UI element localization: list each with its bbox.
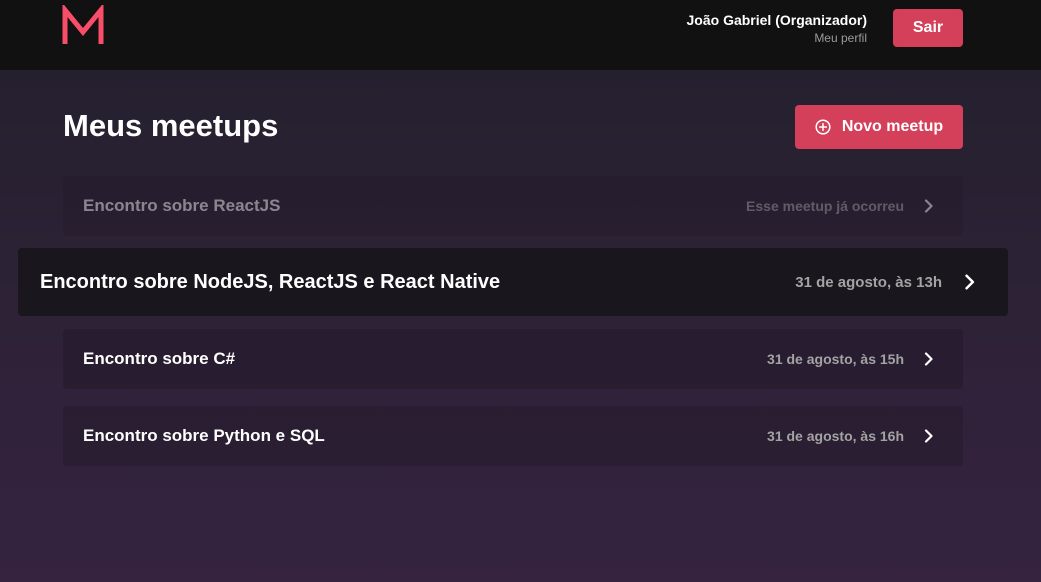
- user-name: João Gabriel (Organizador): [686, 12, 867, 28]
- meetup-row[interactable]: Encontro sobre ReactJS Esse meetup já oc…: [63, 176, 963, 236]
- meetup-date: 31 de agosto, às 13h: [795, 273, 942, 291]
- page-title: Meus meetups: [63, 108, 279, 143]
- meetup-date: 31 de agosto, às 15h: [767, 351, 904, 367]
- meetup-title: Encontro sobre NodeJS, ReactJS e React N…: [40, 270, 501, 293]
- meetup-title: Encontro sobre C#: [83, 349, 236, 368]
- meetup-date: 31 de agosto, às 16h: [767, 428, 904, 444]
- new-meetup-button[interactable]: Novo meetup: [795, 105, 963, 149]
- chevron-right-icon: [922, 429, 936, 443]
- new-meetup-label: Novo meetup: [841, 118, 944, 135]
- logout-button[interactable]: Sair: [893, 9, 963, 47]
- meetup-title: Encontro sobre ReactJS: [83, 196, 281, 215]
- meetup-row[interactable]: Encontro sobre NodeJS, ReactJS e React N…: [18, 248, 1008, 316]
- plus-circle-icon: [815, 119, 831, 135]
- top-header: João Gabriel (Organizador) Meu perfil Sa…: [0, 0, 1041, 70]
- chevron-right-icon: [922, 199, 936, 213]
- meetup-row[interactable]: Encontro sobre Python e SQL 31 de agosto…: [63, 406, 963, 466]
- meetup-row[interactable]: Encontro sobre C# 31 de agosto, às 15h: [63, 329, 963, 389]
- user-profile: João Gabriel (Organizador) Meu perfil: [687, 12, 867, 46]
- meetup-title: Encontro sobre Python e SQL: [83, 426, 325, 445]
- chevron-right-icon: [922, 352, 936, 366]
- meetapp-logo[interactable]: [62, 5, 104, 47]
- meetup-date: Esse meetup já ocorreu: [746, 198, 904, 214]
- my-profile-link[interactable]: Meu perfil: [687, 30, 867, 46]
- chevron-right-icon: [962, 274, 978, 290]
